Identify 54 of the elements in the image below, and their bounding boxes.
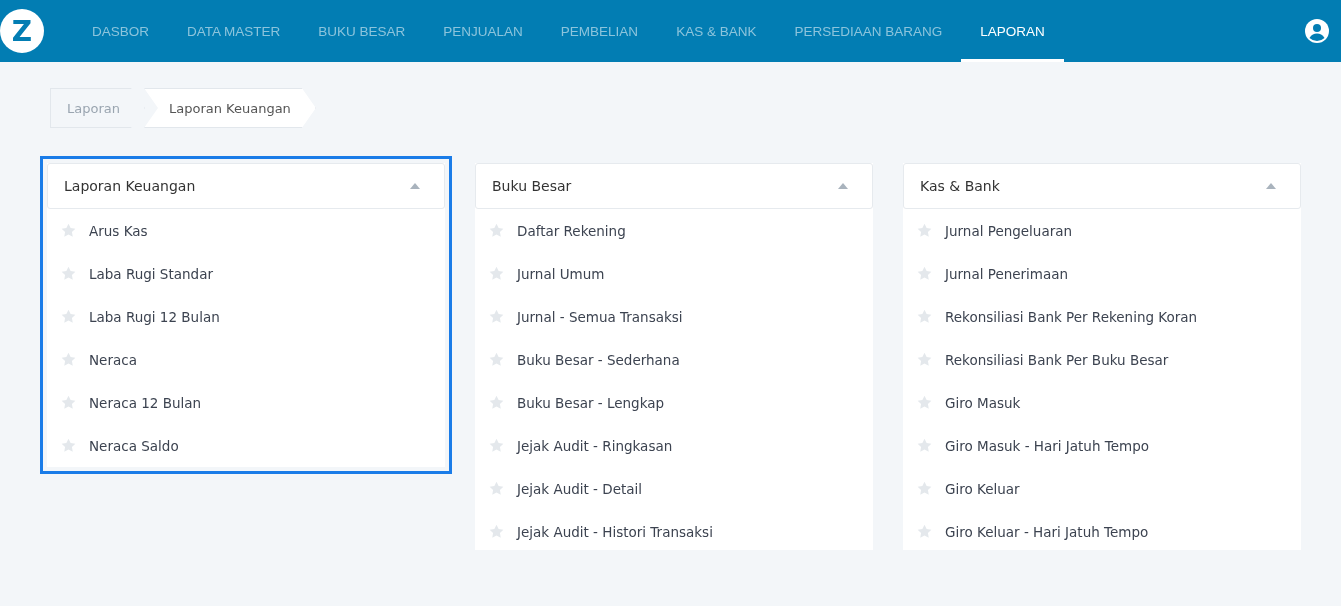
panel-header[interactable]: Laporan Keuangan [47, 163, 445, 209]
report-link[interactable]: Buku Besar - Lengkap [475, 381, 873, 424]
star-icon[interactable] [489, 352, 504, 367]
report-link[interactable]: Jejak Audit - Histori Transaksi [475, 510, 873, 550]
star-icon[interactable] [489, 395, 504, 410]
star-icon[interactable] [917, 309, 932, 324]
star-icon[interactable] [917, 481, 932, 496]
star-icon[interactable] [489, 266, 504, 281]
star-icon[interactable] [917, 352, 932, 367]
caret-icon [410, 183, 420, 189]
star-icon[interactable] [61, 438, 76, 453]
user-account-icon[interactable] [1305, 19, 1329, 43]
report-link[interactable]: Neraca Saldo [47, 424, 445, 467]
report-link[interactable]: Buku Besar - Sederhana [475, 338, 873, 381]
report-link[interactable]: Giro Keluar - Hari Jatuh Tempo [903, 510, 1301, 550]
report-link[interactable]: Rekonsiliasi Bank Per Rekening Koran [903, 295, 1301, 338]
star-icon[interactable] [917, 266, 932, 281]
star-icon[interactable] [917, 223, 932, 238]
star-icon[interactable] [61, 266, 76, 281]
report-link[interactable]: Jurnal - Semua Transaksi [475, 295, 873, 338]
star-icon[interactable] [489, 438, 504, 453]
star-icon[interactable] [61, 223, 76, 238]
star-icon[interactable] [489, 524, 504, 539]
panel-header[interactable]: Buku Besar [475, 163, 873, 209]
report-link[interactable]: Rekonsiliasi Bank Per Buku Besar [903, 338, 1301, 381]
report-link[interactable]: Jurnal Pengeluaran [903, 209, 1301, 252]
report-link[interactable]: Giro Masuk - Hari Jatuh Tempo [903, 424, 1301, 467]
report-link[interactable]: Jurnal Penerimaan [903, 252, 1301, 295]
star-icon[interactable] [61, 352, 76, 367]
report-link[interactable]: Arus Kas [47, 209, 445, 252]
star-icon[interactable] [489, 223, 504, 238]
star-icon[interactable] [489, 309, 504, 324]
breadcrumb-item[interactable]: Laporan Keuangan [143, 88, 316, 128]
report-link[interactable]: Daftar Rekening [475, 209, 873, 252]
logo[interactable]: Z [0, 9, 44, 53]
report-link[interactable]: Neraca 12 Bulan [47, 381, 445, 424]
nav-tab[interactable]: LAPORAN [961, 0, 1064, 62]
star-icon[interactable] [61, 309, 76, 324]
report-link[interactable]: Neraca [47, 338, 445, 381]
star-icon[interactable] [917, 524, 932, 539]
report-link[interactable]: Jejak Audit - Ringkasan [475, 424, 873, 467]
panel-header[interactable]: Kas & Bank [903, 163, 1301, 209]
star-icon[interactable] [917, 395, 932, 410]
report-link[interactable]: Laba Rugi Standar [47, 252, 445, 295]
report-link[interactable]: Jejak Audit - Detail [475, 467, 873, 510]
star-icon[interactable] [917, 438, 932, 453]
report-link[interactable]: Jurnal Umum [475, 252, 873, 295]
report-link[interactable]: Giro Masuk [903, 381, 1301, 424]
caret-icon [838, 183, 848, 189]
caret-icon [1266, 183, 1276, 189]
star-icon[interactable] [61, 395, 76, 410]
report-link[interactable]: Laba Rugi 12 Bulan [47, 295, 445, 338]
report-link[interactable]: Giro Keluar [903, 467, 1301, 510]
star-icon[interactable] [489, 481, 504, 496]
